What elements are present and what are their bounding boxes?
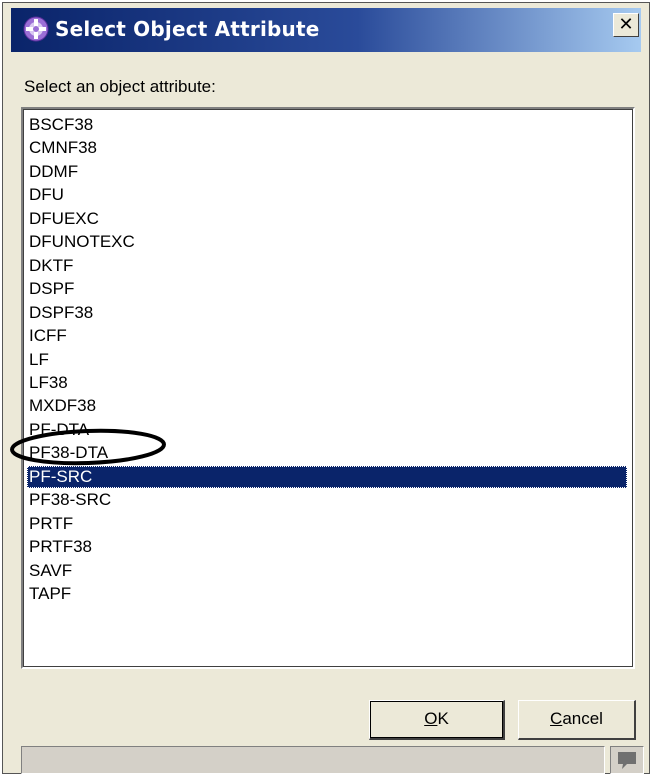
list-item[interactable]: DSPF38 [27, 302, 627, 324]
list-item[interactable]: PRTF [27, 513, 627, 535]
ok-button[interactable]: OK [369, 700, 505, 740]
list-item[interactable]: PF38-DTA [27, 442, 627, 464]
cancel-button[interactable]: Cancel [518, 700, 636, 740]
window-title: Select Object Attribute [55, 17, 320, 41]
list-item[interactable]: PRTF38 [27, 536, 627, 558]
status-bar [21, 746, 605, 774]
list-item[interactable]: DSPF [27, 278, 627, 300]
close-button[interactable]: ✕ [613, 13, 639, 37]
listbox-inner: BSCF38 CMNF38 DDMF DFU DFUEXC DFUNOTEXC DKTF DS… [23, 109, 633, 667]
list-item[interactable]: DFUEXC [27, 208, 627, 230]
list-item[interactable]: CMNF38 [27, 137, 627, 159]
close-icon: ✕ [618, 14, 634, 35]
list-item[interactable]: DKTF [27, 255, 627, 277]
list-item[interactable]: BSCF38 [27, 114, 627, 136]
list-item[interactable]: DFUNOTEXC [27, 231, 627, 253]
list-item[interactable]: SAVF [27, 560, 627, 582]
list-item[interactable]: PF-SRC [27, 465, 627, 488]
list-item[interactable]: MXDF38 [27, 395, 627, 417]
prompt-label: Select an object attribute: [24, 77, 216, 96]
attribute-listbox[interactable]: BSCF38 CMNF38 DDMF DFU DFUEXC DFUNOTEXC DKTF DS… [21, 107, 635, 669]
cancel-label-rest: ancel [562, 709, 603, 728]
status-icon-box[interactable] [610, 746, 644, 774]
list-item[interactable]: DDMF [27, 161, 627, 183]
list-item[interactable]: ICFF [27, 325, 627, 347]
cancel-access-key: C [550, 709, 563, 728]
select-object-attribute-dialog: Select Object Attribute ✕ Select an obje… [2, 2, 650, 774]
focus-rectangle [370, 701, 503, 738]
list-item[interactable]: PF38-SRC [27, 489, 627, 511]
list-item[interactable]: DFU [27, 184, 627, 206]
speech-bubble-icon [618, 752, 636, 769]
list-item[interactable]: PF-DTA [27, 419, 627, 441]
list-item[interactable]: LF [27, 349, 627, 371]
eclipse-plus-icon [23, 16, 49, 42]
list-item[interactable]: TAPF [27, 583, 627, 605]
list-item[interactable]: LF38 [27, 372, 627, 394]
title-bar[interactable]: Select Object Attribute [11, 8, 641, 52]
